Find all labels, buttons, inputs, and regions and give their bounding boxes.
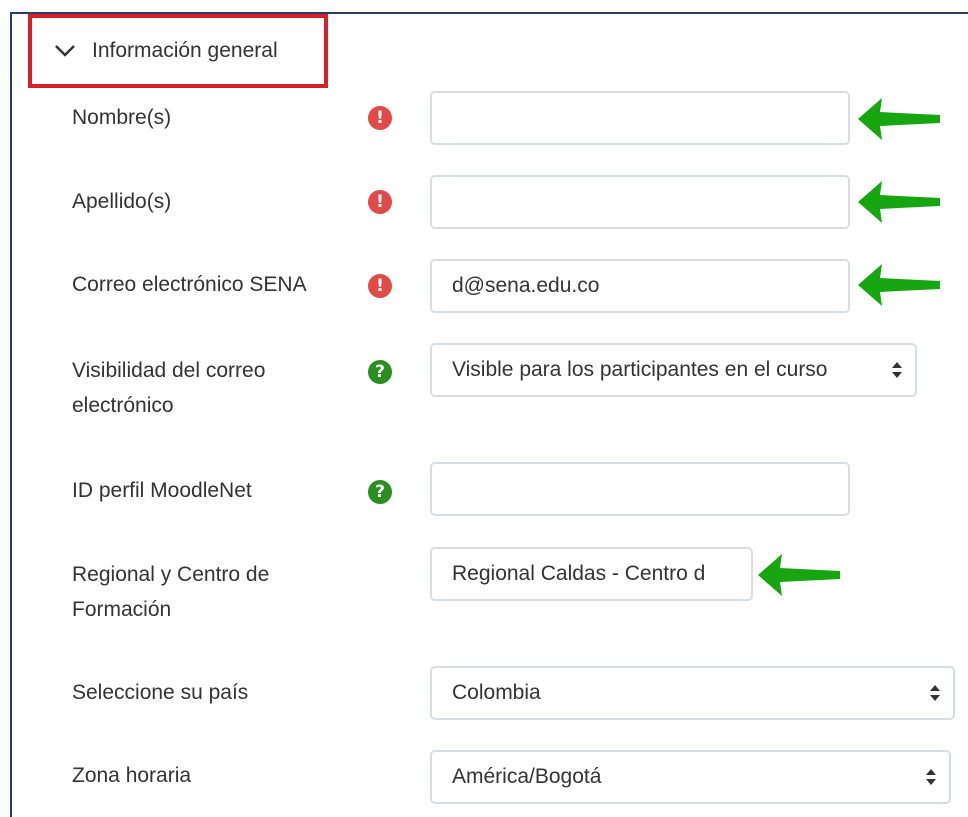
apellido-label: Apellido(s) — [72, 190, 172, 213]
nombre-input[interactable] — [430, 91, 850, 145]
arrow-left-icon — [758, 554, 840, 596]
regional-input[interactable]: Regional Caldas - Centro d — [430, 547, 753, 601]
arrow-left-icon — [858, 181, 940, 223]
zona-label: Zona horaria — [72, 764, 192, 787]
regional-label-line2: Formación — [72, 598, 172, 621]
required-icon[interactable]: ! — [368, 106, 392, 130]
visibilidad-select[interactable]: Visible para los participantes en el cur… — [430, 343, 917, 397]
required-icon[interactable]: ! — [368, 190, 392, 214]
arrow-left-icon — [858, 98, 940, 140]
apellido-input[interactable] — [430, 175, 850, 229]
zona-select[interactable]: América/Bogotá — [430, 750, 951, 804]
help-icon[interactable]: ? — [368, 480, 392, 504]
pais-label: Seleccione su país — [72, 681, 249, 704]
regional-label-line1: Regional y Centro de — [72, 563, 270, 586]
pais-selected-value: Colombia — [452, 681, 541, 704]
moodlenet-label: ID perfil MoodleNet — [72, 479, 252, 502]
select-caret-icon — [892, 362, 902, 378]
visibilidad-label-line1: Visibilidad del correo — [72, 359, 266, 382]
required-icon[interactable]: ! — [368, 274, 392, 298]
correo-label: Correo electrónico SENA — [72, 273, 307, 296]
select-caret-icon — [930, 685, 940, 701]
frame-left-border — [10, 12, 12, 817]
arrow-left-icon — [858, 264, 940, 306]
nombre-label: Nombre(s) — [72, 106, 172, 129]
chevron-down-icon — [55, 45, 75, 57]
visibilidad-selected-value: Visible para los participantes en el cur… — [452, 358, 828, 381]
correo-input[interactable]: d@sena.edu.co — [430, 259, 850, 313]
moodlenet-input[interactable] — [430, 462, 850, 516]
select-caret-icon — [926, 769, 936, 785]
section-header-informacion-general[interactable]: Información general — [28, 14, 328, 88]
section-title: Información general — [92, 39, 278, 62]
visibilidad-label-line2: electrónico — [72, 394, 174, 417]
zona-selected-value: América/Bogotá — [452, 765, 602, 788]
pais-select[interactable]: Colombia — [430, 666, 955, 720]
help-icon[interactable]: ? — [368, 360, 392, 384]
